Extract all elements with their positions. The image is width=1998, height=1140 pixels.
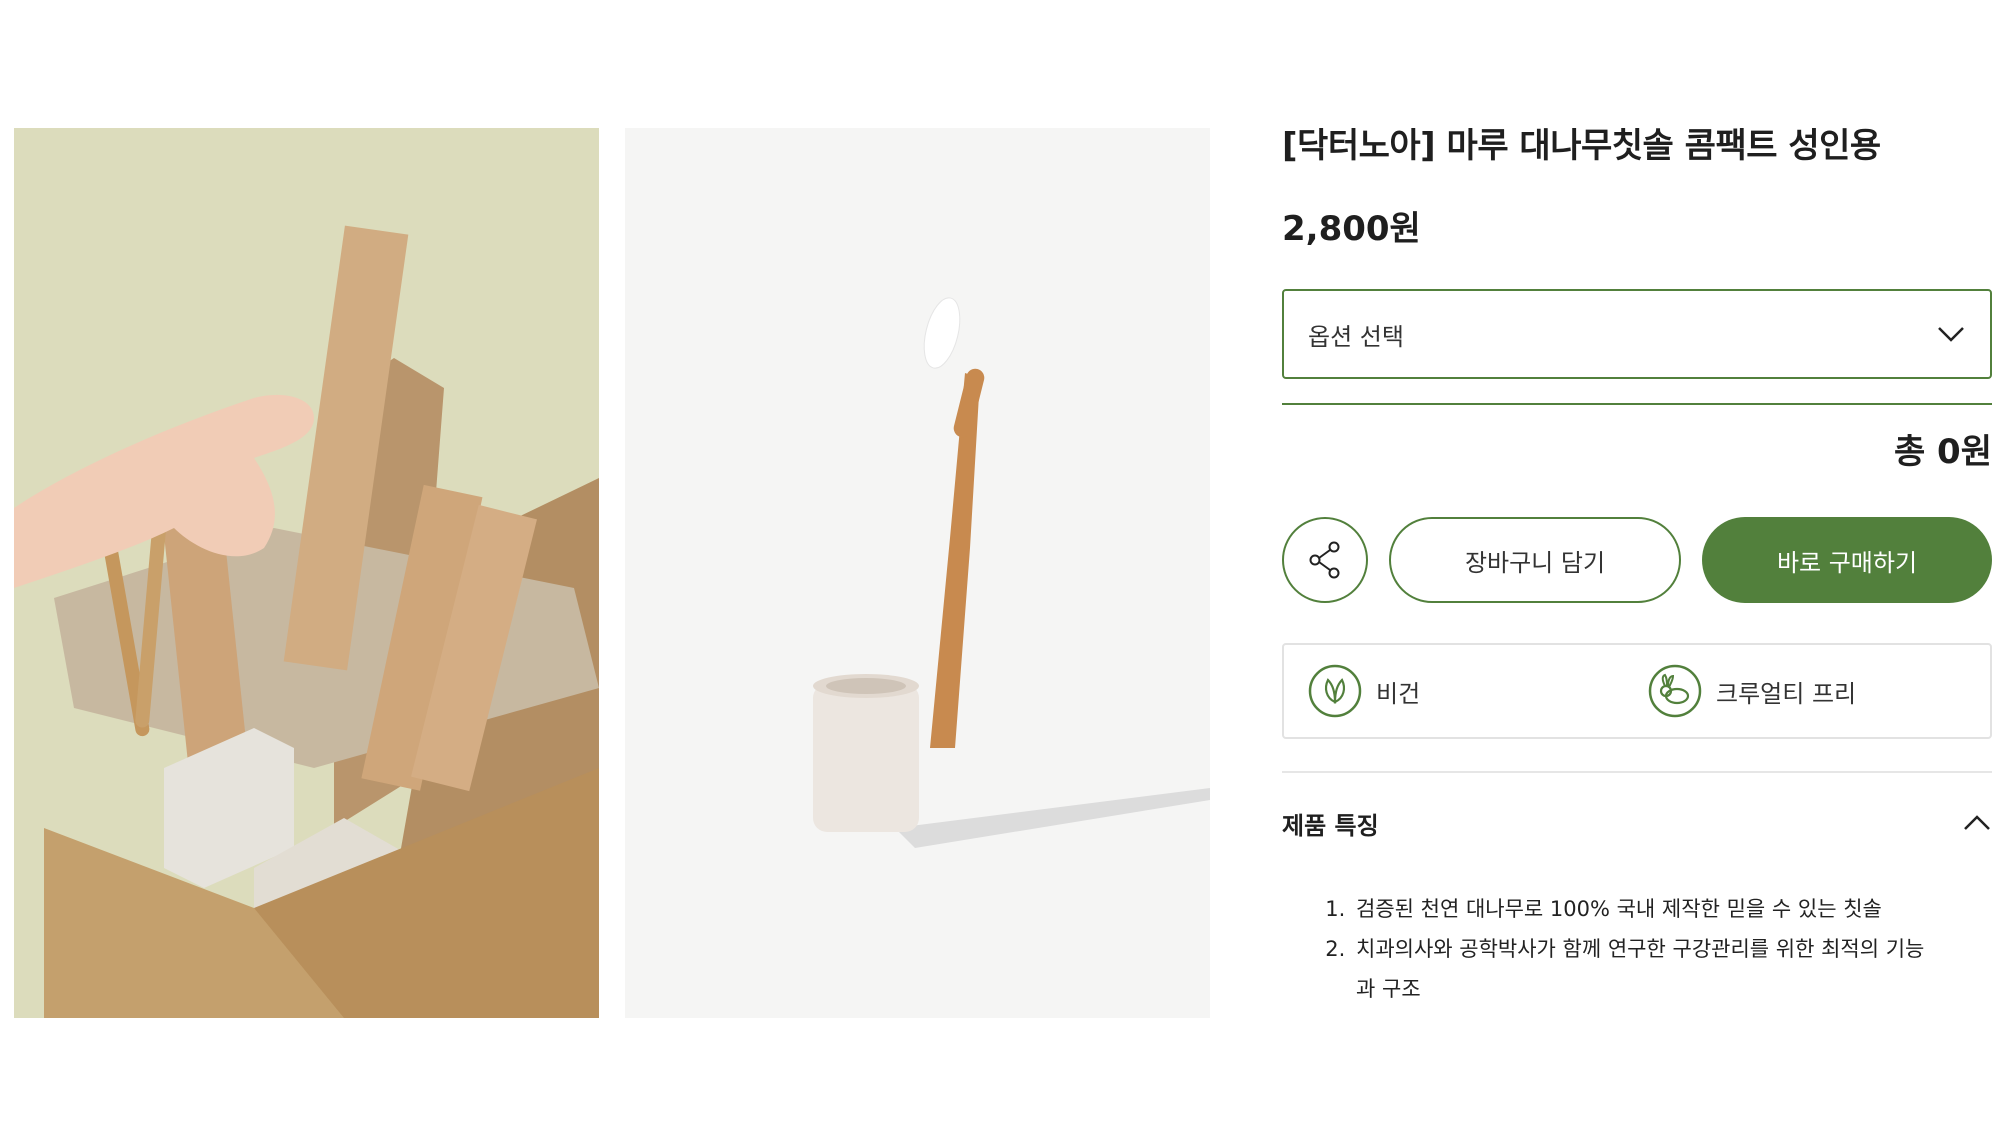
product-photo-box[interactable] [14, 128, 599, 1018]
features-accordion-toggle[interactable]: 제품 특징 [1282, 803, 1992, 843]
total-price: 총 0원 [1893, 432, 1992, 472]
rabbit-icon [1648, 664, 1702, 718]
features-list: 검증된 천연 대나무로 100% 국내 제작한 믿을 수 있는 칫솔 치과의사와… [1282, 889, 1932, 1009]
chevron-up-icon [1964, 815, 1990, 830]
features-list-item: 검증된 천연 대나무로 100% 국내 제작한 믿을 수 있는 칫솔 [1352, 889, 1932, 929]
product-badges: 비건 크루얼티 프리 [1282, 643, 1992, 739]
option-divider [1282, 403, 1992, 405]
features-divider [1282, 771, 1992, 773]
product-photo-box-illustration [14, 128, 599, 1018]
badge-vegan: 비건 [1308, 664, 1648, 718]
buy-now-button[interactable]: 바로 구매하기 [1702, 517, 1992, 603]
product-info-panel: [닥터노아] 마루 대나무칫솔 콤팩트 성인용 2,800원 옵션 선택 총 0… [1282, 118, 1992, 1009]
action-buttons: 장바구니 담기 바로 구매하기 [1282, 517, 1992, 603]
product-photo-toothbrush[interactable] [625, 128, 1210, 1018]
product-photo-toothbrush-illustration [625, 128, 1210, 1018]
share-button[interactable] [1282, 517, 1368, 603]
option-select-label: 옵션 선택 [1308, 322, 1404, 351]
product-page: [닥터노아] 마루 대나무칫솔 콤팩트 성인용 2,800원 옵션 선택 총 0… [0, 0, 1998, 1140]
product-price: 2,800원 [1282, 209, 1421, 249]
badge-vegan-label: 비건 [1376, 679, 1421, 708]
product-title: [닥터노아] 마루 대나무칫솔 콤팩트 성인용 [1282, 126, 1881, 166]
option-select-dropdown[interactable]: 옵션 선택 [1282, 289, 1992, 379]
features-title: 제품 특징 [1282, 811, 1379, 840]
chevron-down-icon [1938, 327, 1964, 342]
badge-cruelty-free: 크루얼티 프리 [1648, 664, 1988, 718]
features-list-item: 치과의사와 공학박사가 함께 연구한 구강관리를 위한 최적의 기능과 구조 [1352, 929, 1932, 1009]
share-icon [1309, 541, 1340, 579]
badge-cruelty-free-label: 크루얼티 프리 [1716, 679, 1857, 708]
leaf-icon [1308, 664, 1362, 718]
add-to-cart-button[interactable]: 장바구니 담기 [1389, 517, 1681, 603]
